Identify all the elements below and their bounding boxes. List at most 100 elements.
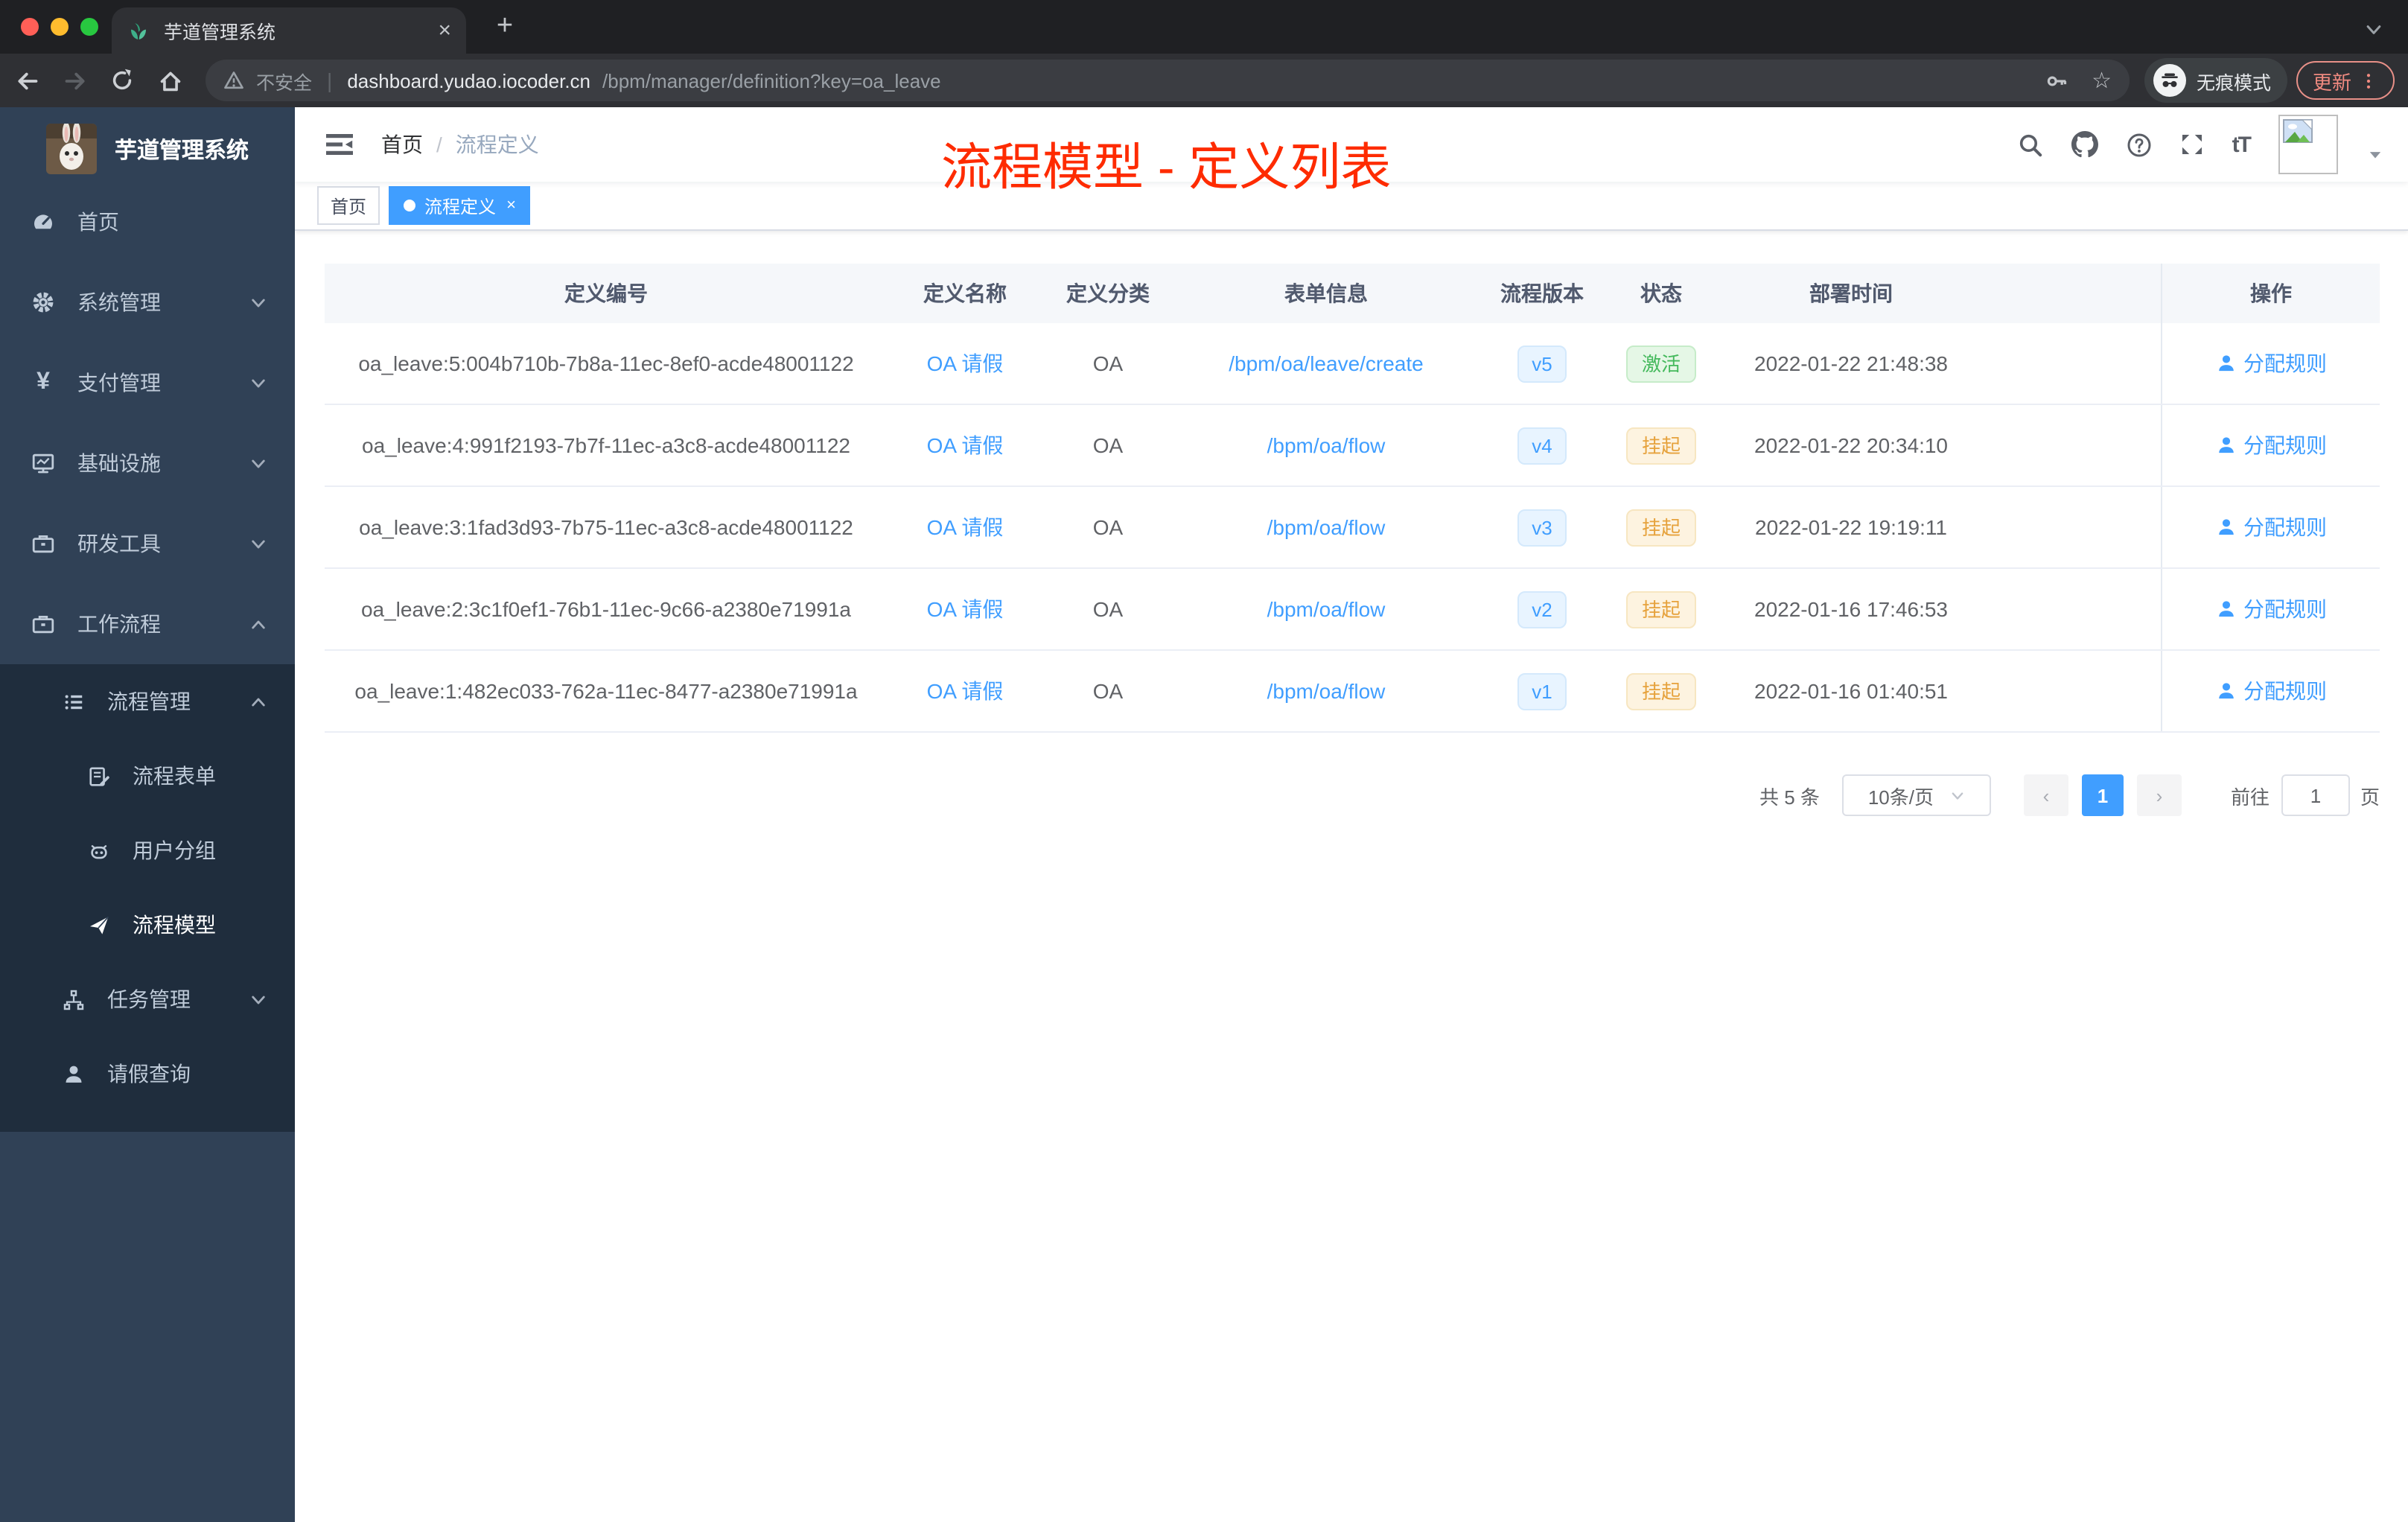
browser-toolbar: 不安全 | dashboard.yudao.iocoder.cn/bpm/man… [0,54,2408,107]
definition-name-link[interactable]: OA 请假 [927,679,1004,703]
chrome-update-button[interactable]: 更新 [2296,61,2395,100]
chevron-down-icon [249,453,268,473]
fullscreen-icon[interactable] [2180,133,2204,156]
logo-avatar [46,124,97,174]
url-path[interactable]: /bpm/manager/definition?key=oa_leave [602,69,941,92]
zoom-window-button[interactable] [80,18,98,36]
tag-home[interactable]: 首页 [317,186,380,225]
definition-name-link[interactable]: OA 请假 [927,597,1004,621]
sidebar-item-system[interactable]: 系统管理 [0,262,295,343]
assign-rule-button[interactable]: 分配规则 [2215,676,2327,706]
next-page-button[interactable]: › [2136,774,2182,816]
form-info-link[interactable]: /bpm/oa/flow [1267,679,1386,703]
sidebar-item-process-form[interactable]: 流程表单 [0,739,295,813]
main-area: 流程模型 - 定义列表 首页 / 流程定义 tT 首页 流程定义 × 定义编号 … [295,107,2408,1522]
sidebar-item-workflow[interactable]: 工作流程 [0,584,295,664]
col-definition-id: 定义编号 [564,281,648,305]
goto-page-input[interactable] [2281,774,2350,816]
version-badge: v5 [1517,345,1567,382]
tab-title: 芋道管理系统 [164,22,276,43]
sidebar-item-user-group[interactable]: 用户分组 [0,813,295,888]
form-info-link[interactable]: /bpm/oa/leave/create [1229,351,1424,375]
help-icon[interactable] [2127,132,2152,157]
chevron-down-icon [249,534,268,553]
tab-search-chevron-icon[interactable] [2363,19,2384,40]
paper-plane-icon [85,914,112,936]
col-process-version: 流程版本 [1500,281,1584,305]
form-info-link[interactable]: /bpm/oa/flow [1267,515,1386,539]
definition-category: OA [1092,597,1124,621]
definition-id: oa_leave:4:991f2193-7b7f-11ec-a3c8-acde4… [362,433,850,457]
screen: 芋道管理系统 × + 不安全 | dashboard.yudao.iocoder… [0,0,2408,1522]
dashboard-icon [30,210,57,234]
chevron-down-icon [249,373,268,392]
back-button[interactable] [6,60,48,101]
user-icon [60,1063,86,1085]
password-key-icon[interactable] [2045,69,2068,92]
reload-button[interactable] [101,60,143,101]
form-info-link[interactable]: /bpm/oa/flow [1267,433,1386,457]
definition-category: OA [1092,679,1124,703]
sidebar-item-home[interactable]: 首页 [0,182,295,262]
sidebar-item-process-model[interactable]: 流程模型 [0,888,295,962]
current-page-button[interactable]: 1 [2081,774,2124,816]
col-actions: 操作 [2161,264,2380,323]
security-label[interactable]: 不安全 [256,66,312,95]
search-icon[interactable] [2018,132,2043,157]
tag-close-icon[interactable]: × [506,197,516,214]
workflow-submenu: 流程管理 流程表单 用户分组 流程模型 任务管理 请假查询 [0,664,295,1132]
page-size-select[interactable]: 10条/页 [1841,774,1991,816]
minimize-window-button[interactable] [51,18,69,36]
monitor-icon [30,451,57,475]
definition-name-link[interactable]: OA 请假 [927,351,1004,375]
font-size-icon[interactable]: tT [2232,132,2252,157]
breadcrumb-current: 流程定义 [455,133,539,156]
tag-process-definition[interactable]: 流程定义 × [389,186,531,225]
version-badge: v3 [1517,509,1567,546]
bookmark-star-icon[interactable]: ☆ [2092,67,2112,94]
col-status: 状态 [1640,281,1682,305]
assign-rule-button[interactable]: 分配规则 [2215,512,2327,542]
url-host[interactable]: dashboard.yudao.iocoder.cn [347,69,590,92]
definition-name-link[interactable]: OA 请假 [927,433,1004,457]
sidebar-item-leave-query[interactable]: 请假查询 [0,1037,295,1111]
browser-tab[interactable]: 芋道管理系统 × [112,7,466,54]
sidebar-item-process-management[interactable]: 流程管理 [0,664,295,739]
close-window-button[interactable] [21,18,39,36]
window-controls[interactable] [21,18,98,36]
form-info-link[interactable]: /bpm/oa/flow [1267,597,1386,621]
assign-rule-button[interactable]: 分配规则 [2215,594,2327,624]
breadcrumb-home[interactable]: 首页 [381,130,423,159]
gear-icon [30,290,57,314]
home-button[interactable] [149,60,191,101]
github-icon[interactable] [2071,131,2098,158]
table-header-row: 定义编号 定义名称 定义分类 表单信息 流程版本 状态 部署时间 操作 [325,264,2380,323]
breadcrumb-separator: / [436,133,442,156]
sidebar-item-infrastructure[interactable]: 基础设施 [0,423,295,503]
table-row: oa_leave:4:991f2193-7b7f-11ec-a3c8-acde4… [325,405,2380,487]
sidebar-item-payment[interactable]: ¥ 支付管理 [0,343,295,423]
incognito-icon [2159,70,2180,91]
sidebar-item-task-management[interactable]: 任务管理 [0,962,295,1037]
assign-rule-button[interactable]: 分配规则 [2215,348,2327,378]
status-badge: 挂起 [1626,672,1695,710]
sidebar-item-dev-tools[interactable]: 研发工具 [0,503,295,584]
definition-name-link[interactable]: OA 请假 [927,515,1004,539]
active-tag-dot [404,200,416,211]
forward-button[interactable] [54,60,95,101]
assign-rule-button[interactable]: 分配规则 [2215,430,2327,460]
user-menu-caret-icon[interactable] [2366,146,2384,164]
user-icon [2215,681,2236,701]
new-tab-button[interactable]: + [487,9,523,45]
user-avatar-broken-image[interactable] [2278,115,2338,174]
user-icon [2215,435,2236,456]
deploy-time: 2022-01-16 17:46:53 [1754,597,1948,621]
sidebar-logo[interactable]: 芋道管理系统 [0,116,295,182]
sidebar-collapse-icon[interactable] [325,131,354,158]
tab-close-icon[interactable]: × [438,19,451,42]
prev-page-button[interactable]: ‹ [2023,774,2068,816]
address-bar[interactable]: 不安全 | dashboard.yudao.iocoder.cn/bpm/man… [206,60,2130,101]
chevron-down-icon [249,990,268,1009]
definition-id: oa_leave:3:1fad3d93-7b75-11ec-a3c8-acde4… [359,515,853,539]
app-title: 芋道管理系统 [115,138,249,163]
